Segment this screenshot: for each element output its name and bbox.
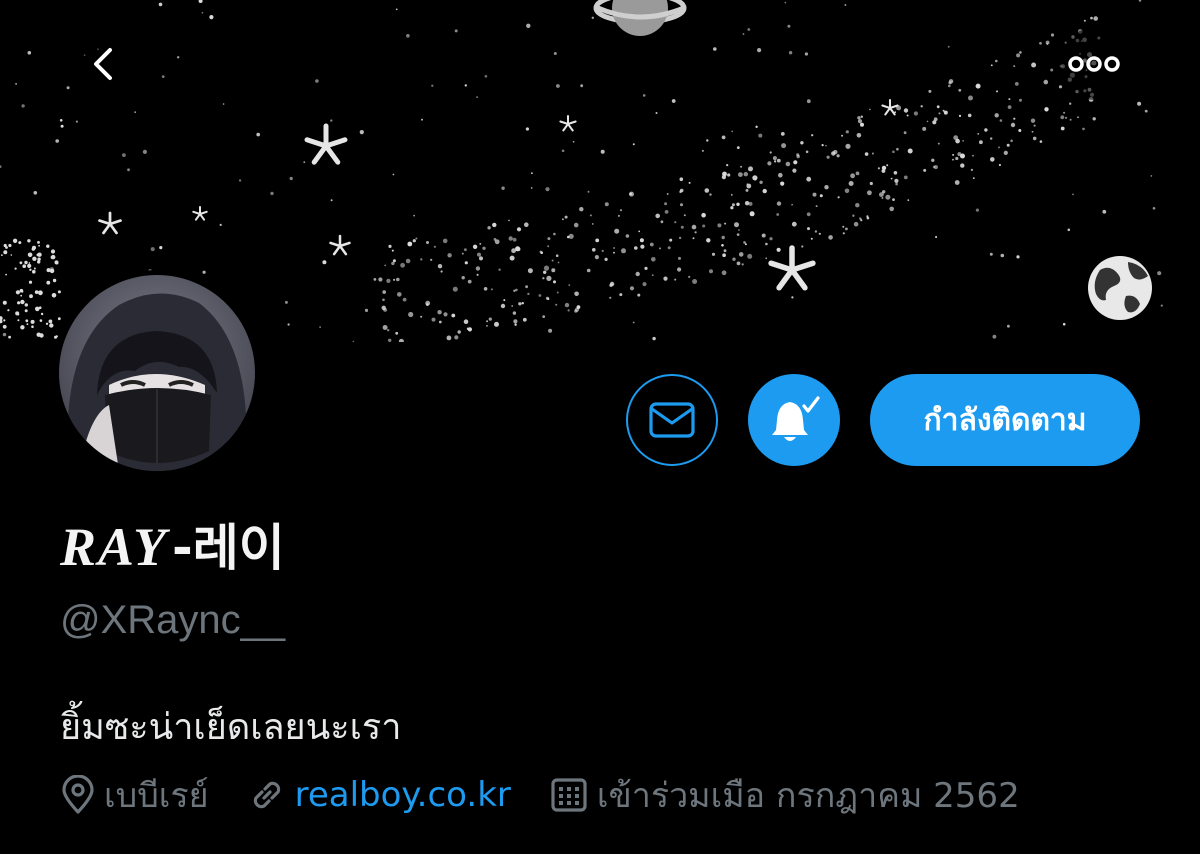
avatar[interactable]: [54, 270, 260, 476]
joined-item: เข้าร่วมเมือ กรกฎาคม 2562: [549, 768, 1020, 822]
profile-bio: ยิ้มซะน่าเย็ดเลยนะเรา: [60, 707, 402, 748]
avatar-image: [59, 275, 255, 471]
link-icon: [247, 775, 287, 815]
message-button[interactable]: [626, 374, 718, 466]
bell-subscribed-icon: [772, 396, 820, 441]
website-item[interactable]: realboy.co.kr: [247, 775, 511, 815]
more-options-button[interactable]: [1058, 28, 1130, 100]
website-link[interactable]: realboy.co.kr: [295, 775, 511, 815]
more-horizontal-icon: [1068, 56, 1120, 72]
chevron-left-icon: [94, 48, 112, 80]
calendar-icon: [549, 775, 589, 815]
location-pin-icon: [60, 775, 96, 815]
display-name: RAY -레이: [60, 508, 285, 578]
profile-meta: เบบีเรย์ realboy.co.kr เข้าร่วมเมือ กรกฎ…: [60, 770, 1020, 820]
mail-icon: [649, 402, 695, 438]
display-name-korean: -레이: [172, 519, 285, 577]
notification-button[interactable]: [748, 374, 840, 466]
following-button[interactable]: กำลังติดตาม: [870, 374, 1140, 466]
display-name-latin: RAY: [60, 517, 169, 577]
earth-icon: [1088, 256, 1152, 320]
joined-date: เข้าร่วมเมือ กรกฎาคม 2562: [596, 776, 1020, 816]
back-button[interactable]: [68, 28, 140, 100]
location-item: เบบีเรย์: [60, 768, 209, 822]
location-text: เบบีเรย์: [104, 776, 209, 816]
username-handle: @XRaync__: [60, 598, 286, 642]
